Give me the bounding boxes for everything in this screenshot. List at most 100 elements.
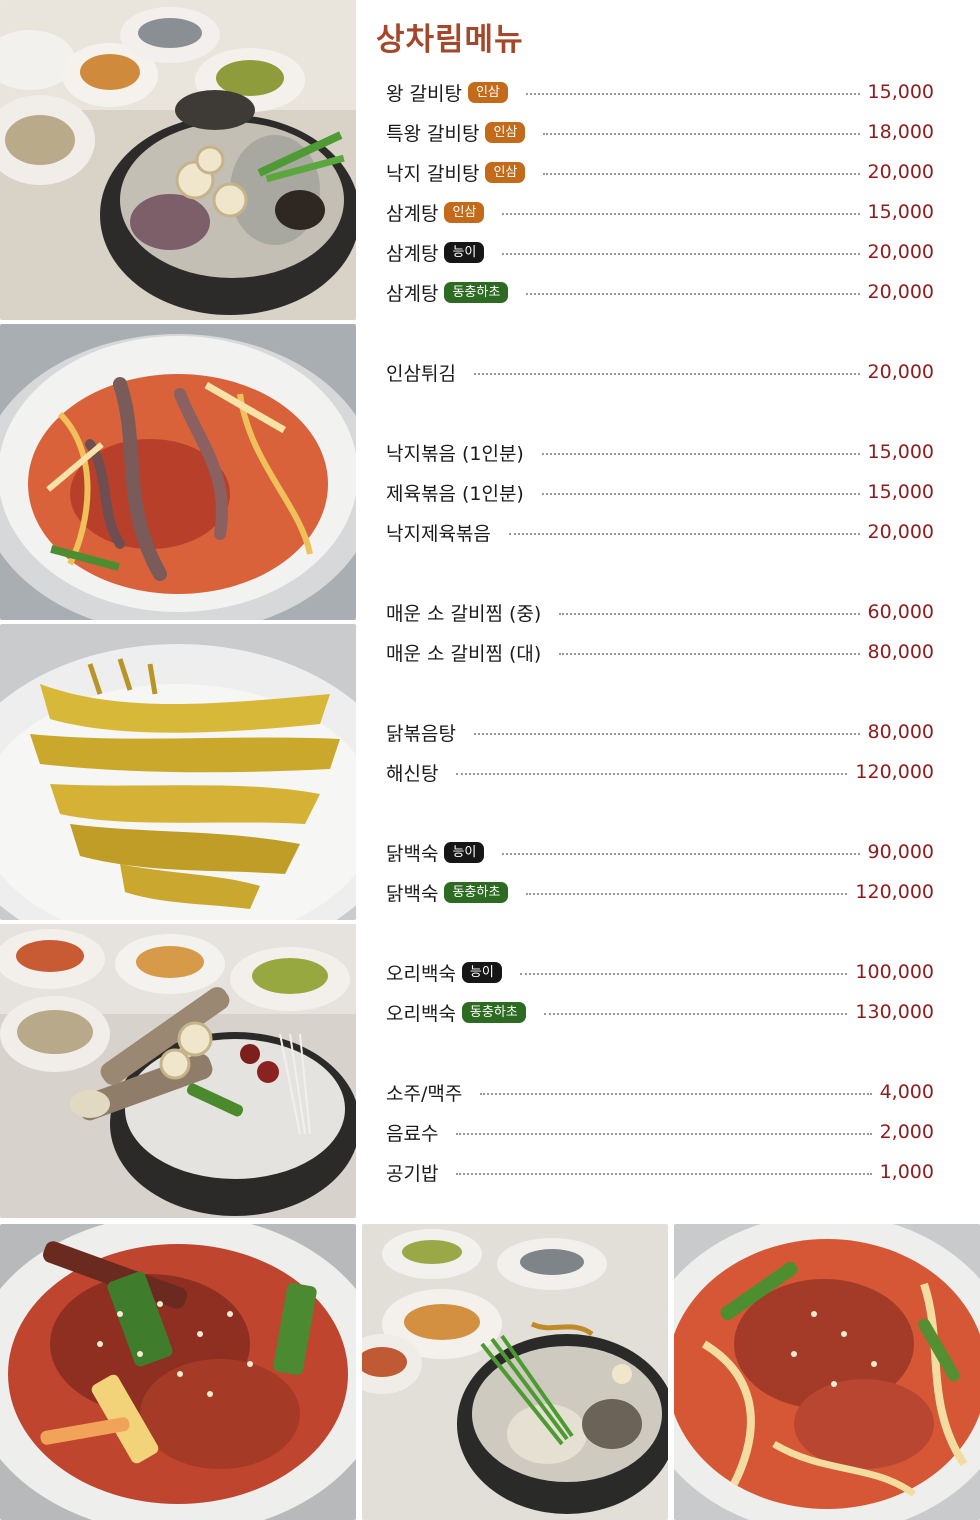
dotted-leader (559, 653, 860, 655)
menu-item-name: 제육볶음 (1인분) (386, 482, 524, 505)
menu-item-price: 20,000 (867, 281, 934, 303)
menu-row: 낙지볶음 (1인분) 15,000 (386, 432, 934, 472)
menu-row: 제육볶음 (1인분) 15,000 (386, 472, 934, 512)
menu-item-price: 20,000 (867, 521, 934, 543)
samgyetang-with-sides-photo (362, 1224, 668, 1520)
menu-item-name: 공기밥 (386, 1162, 439, 1185)
menu-item-price: 15,000 (867, 81, 934, 103)
menu-item-name: 매운 소 갈비찜 (중) (386, 602, 542, 625)
menu-item-name: 닭백숙 (386, 842, 439, 865)
menu-item-name: 닭백숙 (386, 882, 439, 905)
menu-row: 인삼튀김 20,000 (386, 352, 934, 392)
dotted-leader (559, 613, 860, 615)
menu-row: 음료수 2,000 (386, 1112, 934, 1152)
ingredient-badge: 동충하초 (444, 881, 509, 903)
dotted-leader (543, 133, 860, 135)
dotted-leader (541, 453, 860, 455)
ingredient-badge: 인삼 (444, 201, 485, 223)
menu-row: 매운 소 갈비찜 (대) 80,000 (386, 632, 934, 672)
dotted-leader (502, 253, 860, 255)
menu-item-price: 100,000 (855, 961, 934, 983)
dotted-leader (473, 733, 860, 735)
dotted-leader (519, 973, 848, 975)
menu-row: 공기밥 1,000 (386, 1152, 934, 1192)
menu-row: 오리백숙 동충하초 130,000 (386, 992, 934, 1032)
menu-item-name: 낙지 갈비탕 (386, 162, 480, 185)
menu-row: 닭백숙 능이 90,000 (386, 832, 934, 872)
menu-item-price: 20,000 (867, 361, 934, 383)
menu-item-name: 매운 소 갈비찜 (대) (386, 642, 542, 665)
menu-item-price: 20,000 (867, 161, 934, 183)
menu-item-price: 120,000 (855, 881, 934, 903)
menu-item-price: 15,000 (867, 481, 934, 503)
ingredient-badge: 능이 (461, 961, 502, 983)
dotted-leader (543, 1013, 848, 1015)
menu-item-price: 120,000 (855, 761, 934, 783)
dotted-leader (456, 1173, 872, 1175)
menu-item-name: 낙지제육볶음 (386, 522, 491, 545)
menu-item-name: 특왕 갈비탕 (386, 122, 480, 145)
menu-row: 닭백숙 동충하초 120,000 (386, 872, 934, 912)
menu-row: 삼계탕 인삼 15,000 (386, 192, 934, 232)
ingredient-badge: 동충하초 (461, 1001, 526, 1023)
menu-item-price: 18,000 (867, 121, 934, 143)
menu-item-name: 소주/맥주 (386, 1082, 463, 1105)
menu-row: 소주/맥주 4,000 (386, 1072, 934, 1112)
menu-row: 해신탕 120,000 (386, 752, 934, 792)
dotted-leader (502, 213, 860, 215)
spicy-braised-ribs-photo (0, 1224, 356, 1520)
menu-row: 특왕 갈비탕 인삼 18,000 (386, 112, 934, 152)
jeyuk-bokkeum-photo (674, 1224, 980, 1520)
menu-row: 삼계탕 능이 20,000 (386, 232, 934, 272)
dotted-leader (526, 893, 848, 895)
menu-item-price: 2,000 (879, 1121, 934, 1143)
menu-item-name: 음료수 (386, 1122, 439, 1145)
menu-item-price: 130,000 (855, 1001, 934, 1023)
menu-item-name: 삼계탕 (386, 202, 439, 225)
menu-item-name: 닭볶음탕 (386, 722, 456, 745)
menu-item-name: 삼계탕 (386, 242, 439, 265)
menu-item-name: 왕 갈비탕 (386, 82, 462, 105)
spicy-octopus-stirfry-photo (0, 324, 356, 620)
menu-item-name: 인삼튀김 (386, 362, 456, 385)
menu-row: 오리백숙 능이 100,000 (386, 952, 934, 992)
dotted-leader (525, 93, 860, 95)
menu-item-name: 오리백숙 (386, 1002, 456, 1025)
menu-item-name: 삼계탕 (386, 282, 439, 305)
menu-item-name: 해신탕 (386, 762, 439, 785)
menu-row: 매운 소 갈비찜 (중) 60,000 (386, 592, 934, 632)
ingredient-badge: 인삼 (485, 161, 526, 183)
ingredient-badge: 인삼 (467, 81, 508, 103)
dotted-leader (473, 373, 860, 375)
menu-item-price: 15,000 (867, 201, 934, 223)
dotted-leader (480, 1093, 872, 1095)
menu-item-price: 90,000 (867, 841, 934, 863)
ingredient-badge: 인삼 (485, 121, 526, 143)
menu-item-name: 오리백숙 (386, 962, 456, 985)
ingredient-badge: 능이 (444, 841, 485, 863)
dotted-leader (502, 853, 860, 855)
ingredient-badge: 능이 (444, 241, 485, 263)
menu-row: 낙지제육볶음 20,000 (386, 512, 934, 552)
menu-item-price: 20,000 (867, 241, 934, 263)
dotted-leader (526, 293, 860, 295)
menu-item-price: 4,000 (879, 1081, 934, 1103)
menu-item-price: 80,000 (867, 641, 934, 663)
dotted-leader (456, 773, 848, 775)
dotted-leader (543, 173, 860, 175)
menu-row: 삼계탕 동충하초 20,000 (386, 272, 934, 312)
ginseng-tempura-photo (0, 624, 356, 920)
menu-item-name: 낙지볶음 (1인분) (386, 442, 524, 465)
menu-item-price: 15,000 (867, 441, 934, 463)
menu-item-price: 60,000 (867, 601, 934, 623)
menu-item-price: 1,000 (879, 1161, 934, 1183)
menu-item-price: 80,000 (867, 721, 934, 743)
menu-row: 낙지 갈비탕 인삼 20,000 (386, 152, 934, 192)
menu-title: 상차림메뉴 (376, 22, 524, 58)
galbitang-with-glass-noodles-photo (0, 924, 356, 1218)
dotted-leader (508, 533, 860, 535)
menu-row: 왕 갈비탕 인삼 15,000 (386, 72, 934, 112)
dotted-leader (541, 493, 860, 495)
dotted-leader (456, 1133, 872, 1135)
ingredient-badge: 동충하초 (444, 281, 509, 303)
